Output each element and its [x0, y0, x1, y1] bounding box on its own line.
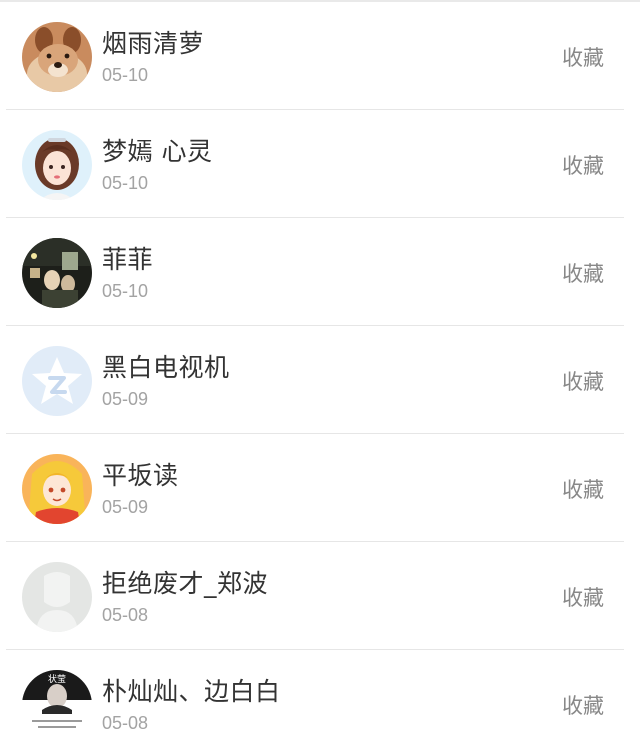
girl-cartoon-icon[interactable] — [22, 130, 92, 200]
date-label: 05-10 — [102, 65, 149, 85]
list-item[interactable]: 拒绝废才_郑波 05-08 收藏 — [0, 542, 640, 650]
list-item[interactable]: 烟雨清萝 05-10 收藏 — [0, 2, 640, 110]
date-label: 05-09 — [102, 497, 149, 517]
avatar-text: 状莹 — [48, 673, 66, 685]
date-label: 05-08 — [102, 713, 149, 733]
collect-button[interactable]: 收藏 — [562, 690, 604, 720]
collect-button[interactable]: 收藏 — [562, 258, 604, 288]
collect-button[interactable]: 收藏 — [562, 42, 604, 72]
anime-girl-icon[interactable] — [22, 454, 92, 524]
collect-button[interactable]: 收藏 — [562, 474, 604, 504]
user-name: 平坂读 — [102, 461, 179, 490]
list-item[interactable]: 梦嫣 心灵 05-10 收藏 — [0, 110, 640, 218]
default-person-icon[interactable] — [22, 562, 92, 632]
date-label: 05-09 — [102, 389, 149, 409]
date-label: 05-10 — [102, 173, 149, 193]
user-name: 朴灿灿、边白白 — [102, 677, 281, 706]
date-label: 05-10 — [102, 281, 149, 301]
list-item[interactable]: 黑白电视机 05-09 收藏 — [0, 326, 640, 434]
user-name: 烟雨清萝 — [102, 29, 205, 58]
user-name: 黑白电视机 — [102, 353, 230, 382]
list-item[interactable]: 状莹 朴灿灿、边白白 05-08 收藏 — [0, 650, 640, 746]
user-name: 梦嫣 心灵 — [102, 137, 213, 166]
collect-button[interactable]: 收藏 — [562, 582, 604, 612]
night-photo-icon[interactable] — [22, 238, 92, 308]
dog-photo-icon[interactable] — [22, 22, 92, 92]
list-item[interactable]: 菲菲 05-10 收藏 — [0, 218, 640, 326]
user-name: 拒绝废才_郑波 — [102, 569, 269, 598]
poster-photo-icon[interactable]: 状莹 — [22, 670, 92, 740]
user-name: 菲菲 — [102, 245, 154, 274]
list-item[interactable]: 平坂读 05-09 收藏 — [0, 434, 640, 542]
qzone-star-icon[interactable] — [22, 346, 92, 416]
date-label: 05-08 — [102, 605, 149, 625]
collect-button[interactable]: 收藏 — [562, 366, 604, 396]
user-list: 烟雨清萝 05-10 收藏 梦嫣 心灵 05-10 收藏 菲菲 05-10 收藏… — [0, 0, 640, 746]
collect-button[interactable]: 收藏 — [562, 150, 604, 180]
